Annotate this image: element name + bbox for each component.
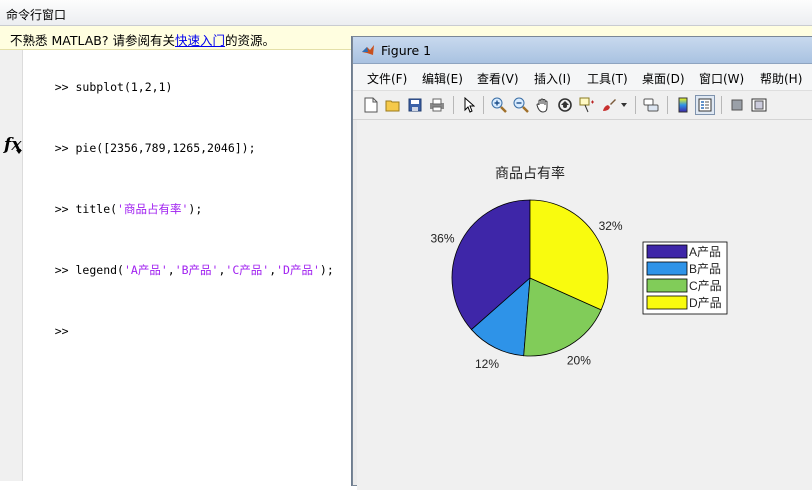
prompt: >>: [54, 80, 69, 95]
pie-chart[interactable]: 商品占有率 36% 12% 20% 32% A产品 B产品 C产品 D产品: [357, 120, 812, 480]
save-icon[interactable]: [405, 95, 425, 115]
info-prefix: 不熟悉 MATLAB? 请参阅有关: [10, 33, 175, 48]
menu-edit[interactable]: 编辑(E): [422, 70, 463, 87]
toolbar-separator: [453, 96, 454, 114]
prompt: >>: [54, 202, 69, 217]
pie-slice-label: 12%: [475, 357, 499, 371]
pie-slice-label: 32%: [599, 219, 623, 233]
menu-view[interactable]: 查看(V): [477, 70, 519, 87]
command-window-titlebar: 命令行窗口: [0, 0, 812, 26]
code: legend(: [75, 262, 124, 277]
toolbar-separator: [667, 96, 668, 114]
prompt: >>: [54, 323, 69, 338]
menu-help[interactable]: 帮助(H): [760, 70, 802, 87]
legend-swatch: [646, 261, 688, 276]
pan-icon[interactable]: [533, 95, 553, 115]
brush-icon[interactable]: [599, 95, 619, 115]
prompt: >>: [54, 262, 69, 277]
hide-plot-tools-icon[interactable]: [727, 95, 747, 115]
chart-title: 商品占有率: [495, 165, 565, 182]
colorbar-icon[interactable]: [673, 95, 693, 115]
figure-title: Figure 1: [381, 43, 432, 58]
new-file-icon[interactable]: [361, 95, 381, 115]
matlab-logo-icon: [362, 45, 374, 55]
quick-start-link[interactable]: 快速入门: [175, 33, 225, 48]
command-gutter: [0, 50, 23, 481]
pie-slice-label: 20%: [567, 354, 591, 368]
prompt: >>: [54, 141, 69, 156]
chevron-down-icon: [16, 150, 22, 154]
pie-slice-label: 36%: [430, 232, 454, 246]
legend-entry-label: A产品: [689, 245, 721, 259]
figure-toolbar: [353, 91, 812, 120]
brush-dropdown-chevron-down-icon[interactable]: [619, 95, 629, 115]
menu-tools[interactable]: 工具(T): [587, 70, 628, 87]
code: title(: [75, 202, 118, 217]
command-line: >> pie([2356,789,1265,2046]);: [27, 118, 334, 179]
figure-canvas[interactable]: 商品占有率 36% 12% 20% 32% A产品 B产品 C产品 D产品: [357, 120, 812, 490]
figure-window[interactable]: Figure 1 文件(F) 编辑(E) 查看(V) 插入(I) 工具(T) 桌…: [352, 36, 812, 490]
menu-file[interactable]: 文件(F): [367, 70, 407, 87]
print-icon[interactable]: [427, 95, 447, 115]
legend-entry-label: D产品: [689, 296, 722, 310]
string-literal: 'C产品': [225, 262, 270, 277]
string-literal: 'D产品': [276, 262, 320, 277]
string-literal: '商品占有率': [117, 202, 189, 217]
command-history[interactable]: >> subplot(1,2,1) >> pie([2356,789,1265,…: [27, 57, 334, 361]
figure-menubar: 文件(F) 编辑(E) 查看(V) 插入(I) 工具(T) 桌面(D) 窗口(W…: [353, 64, 812, 91]
show-plot-tools-icon[interactable]: [749, 95, 769, 115]
code: );: [188, 202, 203, 217]
code: pie([2356,789,1265,2046]);: [75, 141, 256, 156]
link-icon[interactable]: [641, 95, 661, 115]
open-file-icon[interactable]: [383, 95, 403, 115]
menu-window[interactable]: 窗口(W): [699, 70, 744, 87]
code: );: [319, 262, 334, 277]
command-line: >> title('商品占有率');: [27, 179, 334, 240]
command-line: >> subplot(1,2,1): [27, 57, 334, 118]
legend-entry-label: C产品: [689, 279, 722, 293]
legend-icon[interactable]: [695, 95, 715, 115]
rotate-icon[interactable]: [555, 95, 575, 115]
command-window-title: 命令行窗口: [6, 8, 67, 22]
data-cursor-icon[interactable]: [577, 95, 597, 115]
string-literal: 'A产品': [123, 262, 168, 277]
toolbar-separator: [721, 96, 722, 114]
toolbar-separator: [483, 96, 484, 114]
zoom-out-icon[interactable]: [511, 95, 531, 115]
legend-swatch: [646, 278, 688, 293]
string-literal: 'B产品': [174, 262, 219, 277]
zoom-in-icon[interactable]: [489, 95, 509, 115]
menu-desktop[interactable]: 桌面(D): [642, 70, 685, 87]
code: subplot(1,2,1): [75, 80, 173, 95]
pointer-icon[interactable]: [459, 95, 479, 115]
info-suffix: 的资源。: [224, 33, 275, 48]
figure-titlebar[interactable]: Figure 1: [353, 37, 812, 64]
legend-entry-label: B产品: [689, 262, 721, 276]
toolbar-separator: [635, 96, 636, 114]
command-line: >> legend('A产品','B产品','C产品','D产品');: [54, 262, 334, 277]
command-line-active: >>: [27, 301, 334, 362]
menu-insert[interactable]: 插入(I): [534, 70, 571, 87]
legend-swatch: [646, 295, 688, 310]
legend-swatch: [646, 244, 688, 259]
